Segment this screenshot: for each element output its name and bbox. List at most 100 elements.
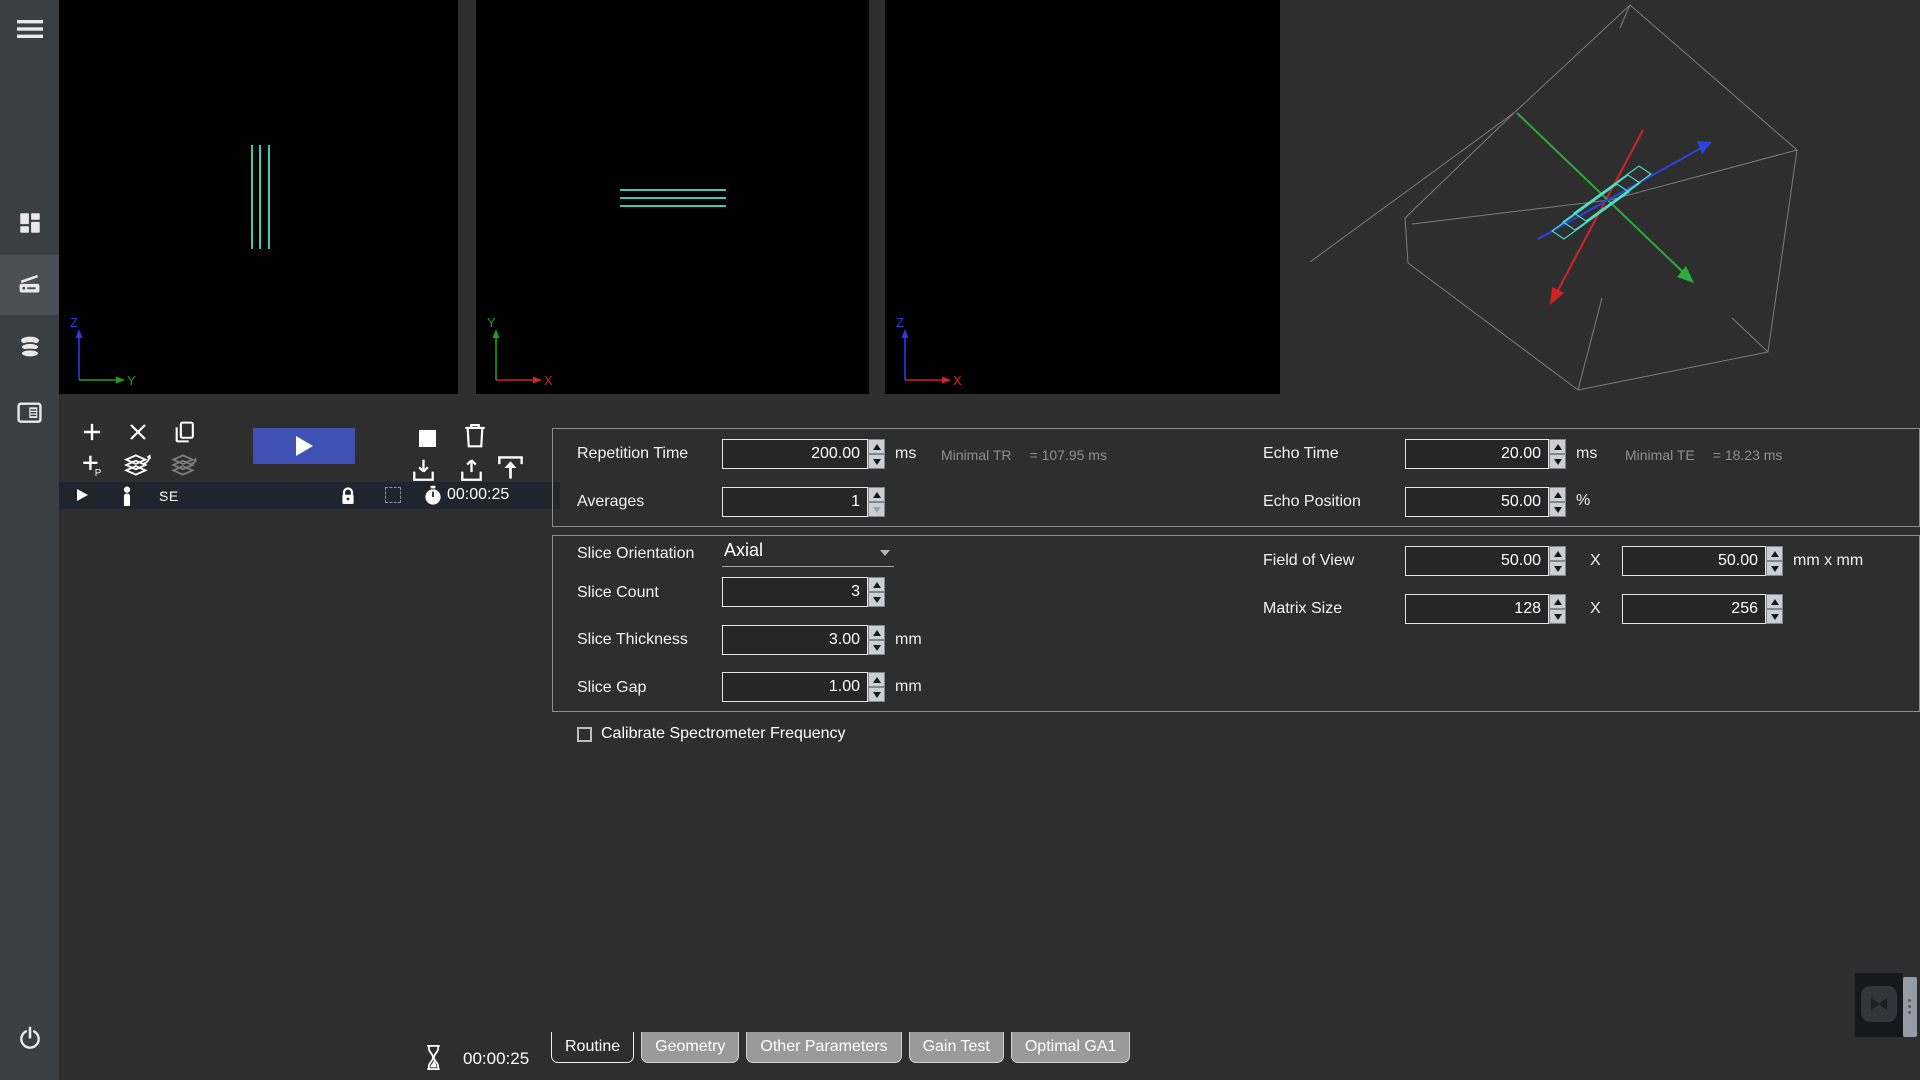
stopwatch-icon <box>423 485 443 506</box>
spin-up-button[interactable] <box>1549 439 1566 454</box>
chat-widget-button[interactable] <box>1861 986 1897 1022</box>
checkbox-icon[interactable] <box>577 727 592 742</box>
tab-gain-test[interactable]: Gain Test <box>909 1032 1004 1063</box>
averages-spinner <box>868 487 885 517</box>
selection-box-icon[interactable] <box>385 487 401 503</box>
slice-orientation-select[interactable]: Axial <box>722 538 894 567</box>
slice-line <box>259 145 261 249</box>
slice-line <box>268 145 270 249</box>
spin-down-button[interactable] <box>868 454 885 469</box>
upload-icon <box>458 457 485 483</box>
sidebar <box>0 0 59 1080</box>
matrix-size-y-input[interactable] <box>1622 594 1766 624</box>
hint-label: Minimal TR <box>941 447 1012 463</box>
slice-count-label: Slice Count <box>577 584 659 602</box>
sequence-row[interactable]: SE 00:00:25 <box>59 482 560 509</box>
spin-up-button[interactable] <box>868 672 885 687</box>
run-scan-button[interactable] <box>253 428 355 464</box>
spin-up-button[interactable] <box>868 439 885 454</box>
tab-other-parameters[interactable]: Other Parameters <box>746 1032 901 1063</box>
close-button[interactable] <box>121 415 155 449</box>
play-icon <box>296 436 313 456</box>
viewport-axial[interactable]: Y X <box>476 0 869 394</box>
spin-up-button[interactable] <box>1766 546 1783 561</box>
add-button[interactable] <box>75 415 109 449</box>
spin-down-button[interactable] <box>1766 609 1783 624</box>
tab-geometry[interactable]: Geometry <box>641 1032 739 1063</box>
slice-thickness-spinner <box>868 625 885 655</box>
menu-button[interactable] <box>0 8 59 50</box>
spin-up-button[interactable] <box>1549 594 1566 609</box>
spin-down-button[interactable] <box>868 502 885 517</box>
repetition-time-input[interactable] <box>722 439 868 469</box>
spin-down-button[interactable] <box>1549 609 1566 624</box>
field-of-view-x-input[interactable] <box>1405 546 1549 576</box>
viewport-coronal[interactable]: Z Y <box>59 0 458 394</box>
echo-position-input[interactable] <box>1405 487 1549 517</box>
3d-slice-view[interactable] <box>1280 0 1920 404</box>
calibrate-checkbox-row[interactable]: Calibrate Spectrometer Frequency <box>577 725 846 743</box>
spin-down-button[interactable] <box>868 592 885 607</box>
sequence-play-icon[interactable] <box>77 489 88 501</box>
spin-down-button[interactable] <box>868 640 885 655</box>
slice-thickness-label: Slice Thickness <box>577 631 688 649</box>
field-of-view-unit: mm x mm <box>1793 552 1863 570</box>
scanner-icon <box>16 272 43 299</box>
spin-up-button[interactable] <box>1766 594 1783 609</box>
delete-button[interactable] <box>458 418 492 452</box>
repetition-time-unit: ms <box>895 445 916 463</box>
vertical-axis-label: Z <box>896 315 904 330</box>
spin-up-button[interactable] <box>868 625 885 640</box>
matrix-size-y-spinner <box>1766 594 1783 624</box>
averages-input[interactable] <box>722 487 868 517</box>
slice-line <box>620 189 726 191</box>
spin-down-button[interactable] <box>1766 561 1783 576</box>
slice-count-spinner <box>868 577 885 607</box>
slice-gap-label: Slice Gap <box>577 679 646 697</box>
layers-export-icon <box>123 451 153 479</box>
sidebar-item-dashboard[interactable] <box>0 193 59 253</box>
slice-count-input[interactable] <box>722 577 868 607</box>
sidebar-item-protocols[interactable] <box>0 383 59 443</box>
fov-separator: X <box>1590 552 1601 570</box>
spin-down-button[interactable] <box>868 687 885 702</box>
tab-label: Gain Test <box>923 1038 990 1056</box>
axis-indicator: Y X <box>482 314 556 390</box>
echo-time-input[interactable] <box>1405 439 1549 469</box>
axis-x-red <box>1550 130 1643 305</box>
axis-indicator: Z Y <box>65 314 139 390</box>
add-protocol-button[interactable]: P <box>75 448 109 482</box>
sidebar-item-database[interactable] <box>0 318 59 378</box>
slice-thickness-input[interactable] <box>722 625 868 655</box>
sequence-toolbar: P <box>59 404 560 482</box>
svg-text:P: P <box>95 468 102 478</box>
tab-optimal-ga1[interactable]: Optimal GA1 <box>1011 1032 1131 1063</box>
field-of-view-y-input[interactable] <box>1622 546 1766 576</box>
spin-down-button[interactable] <box>1549 454 1566 469</box>
slice-gap-input[interactable] <box>722 672 868 702</box>
export-layers-button[interactable] <box>121 448 155 482</box>
database-icon <box>17 334 43 362</box>
hint-value: = 107.95 ms <box>1030 447 1107 463</box>
axis-z-blue <box>1538 141 1712 239</box>
horizontal-axis-label: X <box>544 373 553 388</box>
spin-down-button[interactable] <box>1549 502 1566 517</box>
duplicate-button[interactable] <box>167 415 201 449</box>
sidebar-item-scanner[interactable] <box>0 255 59 315</box>
viewport-sagittal[interactable]: Z X <box>885 0 1280 394</box>
import-layers-button-disabled[interactable] <box>167 448 201 482</box>
matrix-size-x-input[interactable] <box>1405 594 1549 624</box>
stop-button[interactable] <box>410 421 444 455</box>
echo-position-label: Echo Position <box>1263 493 1361 511</box>
tab-routine[interactable]: Routine <box>551 1032 634 1063</box>
subject-icon <box>117 485 137 506</box>
widget-drag-handle[interactable] <box>1903 977 1917 1037</box>
spin-down-button[interactable] <box>1549 561 1566 576</box>
commit-button[interactable] <box>493 451 527 485</box>
spin-up-button[interactable] <box>868 577 885 592</box>
power-icon <box>17 1025 43 1051</box>
spin-up-button[interactable] <box>1549 546 1566 561</box>
spin-up-button[interactable] <box>1549 487 1566 502</box>
power-button[interactable] <box>0 1012 59 1064</box>
spin-up-button[interactable] <box>868 487 885 502</box>
